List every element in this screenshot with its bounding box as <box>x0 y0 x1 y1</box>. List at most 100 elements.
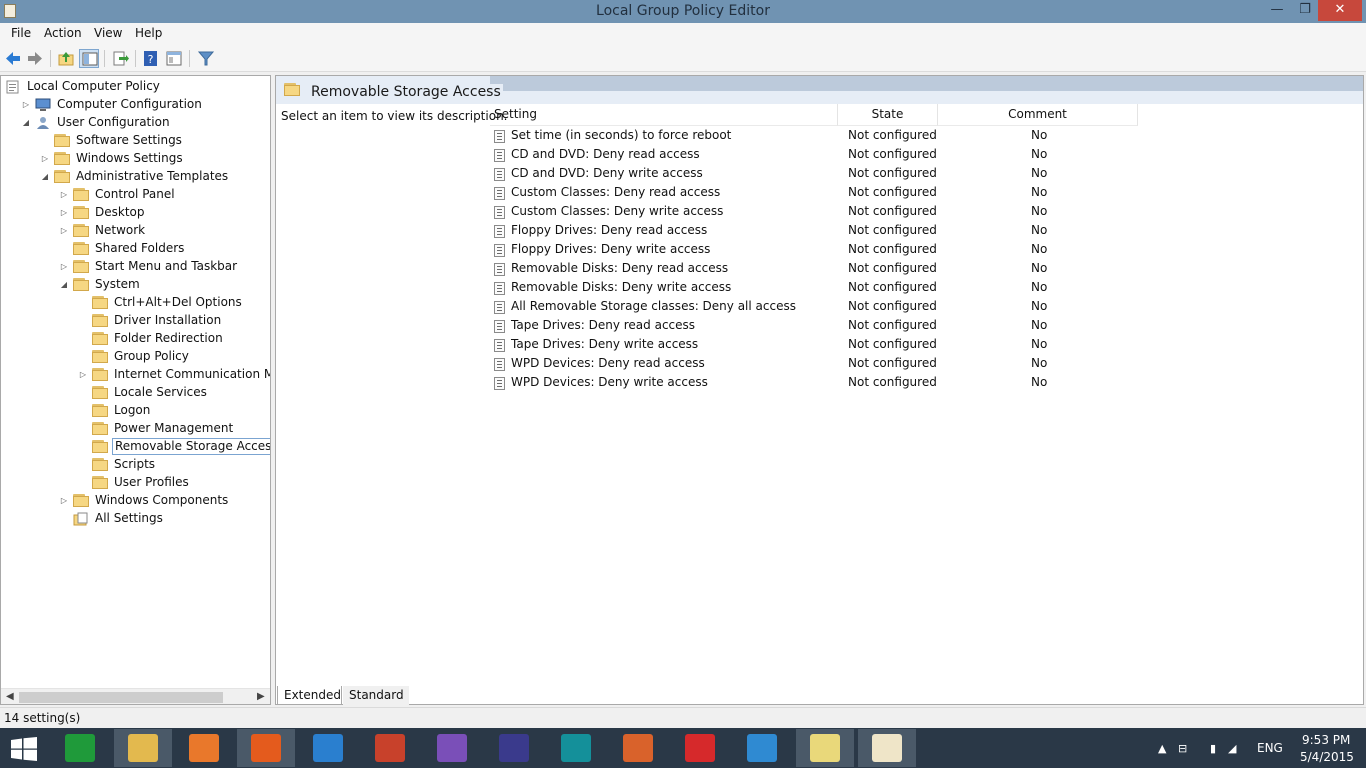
setting-row[interactable]: CD and DVD: Deny write access Not configu… <box>490 165 1350 184</box>
tree-item[interactable]: ▷ Internet Communication Manag <box>1 366 270 384</box>
forward-icon[interactable] <box>25 49 45 68</box>
foxit-app[interactable] <box>671 729 729 767</box>
maximize-button[interactable]: ❐ <box>1290 0 1320 21</box>
close-button[interactable]: ✕ <box>1318 0 1362 21</box>
tree-item[interactable]: Group Policy <box>1 348 269 366</box>
tab-extended[interactable]: Extended <box>277 686 342 705</box>
expand-toggle-icon[interactable]: ▷ <box>40 153 50 165</box>
wifi-signal-icon[interactable]: ◢ <box>1228 742 1236 755</box>
menu-view[interactable]: View <box>94 26 122 40</box>
tree-item[interactable]: Locale Services <box>1 384 269 402</box>
file-explorer-app[interactable] <box>114 729 172 767</box>
tree-item[interactable]: ▷ Control Panel <box>1 186 269 204</box>
tree-item[interactable]: User Profiles <box>1 474 269 492</box>
tree-item[interactable]: All Settings <box>1 510 269 528</box>
back-icon[interactable] <box>3 49 23 68</box>
menu-help[interactable]: Help <box>135 26 162 40</box>
tree-item[interactable]: ◢ User Configuration <box>1 114 269 132</box>
tree-item[interactable]: Folder Redirection <box>1 330 269 348</box>
expand-toggle-icon[interactable]: ▷ <box>59 225 69 237</box>
tree-item[interactable]: Local Computer Policy <box>1 78 269 96</box>
scroll-left-arrow-icon[interactable]: ◀ <box>6 691 14 702</box>
tree-item[interactable]: ▷ Computer Configuration <box>1 96 269 114</box>
setting-row[interactable]: CD and DVD: Deny read access Not configur… <box>490 146 1350 165</box>
eclipse-app[interactable] <box>485 729 543 767</box>
expand-toggle-icon[interactable]: ▷ <box>78 369 88 381</box>
tree-item[interactable]: Scripts <box>1 456 269 474</box>
sticky-notes-app[interactable] <box>796 729 854 767</box>
tree-item[interactable]: Driver Installation <box>1 312 269 330</box>
tree-item[interactable]: Removable Storage Access <box>1 438 270 456</box>
expand-toggle-icon[interactable]: ◢ <box>21 117 31 129</box>
menu-action[interactable]: Action <box>44 26 82 40</box>
column-header-setting[interactable]: Setting <box>490 104 838 126</box>
setting-row[interactable]: Removable Disks: Deny read access Not con… <box>490 260 1350 279</box>
clock-date[interactable]: 5/4/2015 <box>1300 750 1354 764</box>
help-icon[interactable]: ? <box>141 49 161 68</box>
tree-item[interactable]: ▷ Desktop <box>1 204 269 222</box>
store-app[interactable] <box>51 729 109 767</box>
tree-item[interactable]: Ctrl+Alt+Del Options <box>1 294 269 312</box>
minimize-button[interactable]: — <box>1262 0 1292 21</box>
tree-item[interactable]: ▷ Windows Components <box>1 492 269 510</box>
expand-toggle-icon[interactable]: ▷ <box>59 261 69 273</box>
group-policy-app[interactable] <box>858 729 916 767</box>
scroll-right-arrow-icon[interactable]: ▶ <box>257 691 265 702</box>
setting-row[interactable]: All Removable Storage classes: Deny all … <box>490 298 1350 317</box>
setting-row[interactable]: Tape Drives: Deny read access Not configu… <box>490 317 1350 336</box>
tree-item[interactable]: ▷ Network <box>1 222 269 240</box>
tree-item[interactable]: Shared Folders <box>1 240 269 258</box>
up-folder-icon[interactable] <box>56 49 76 68</box>
start-button[interactable] <box>10 737 38 761</box>
setting-row[interactable]: Custom Classes: Deny read access Not conf… <box>490 184 1350 203</box>
vmware-app[interactable] <box>733 729 791 767</box>
show-hide-tree-icon[interactable] <box>79 49 99 68</box>
tree-item[interactable]: Power Management <box>1 420 269 438</box>
scroll-thumb[interactable] <box>19 692 223 703</box>
office-app[interactable] <box>361 729 419 767</box>
tree-item[interactable]: ▷ Windows Settings <box>1 150 269 168</box>
network-icon[interactable]: ⊟ <box>1178 742 1187 755</box>
expand-toggle-icon[interactable]: ▷ <box>59 495 69 507</box>
expand-toggle-icon[interactable]: ◢ <box>40 171 50 183</box>
firefox-app[interactable] <box>237 729 295 767</box>
arduino-app[interactable] <box>547 729 605 767</box>
tree-item[interactable]: ◢ System <box>1 276 269 294</box>
setting-row[interactable]: Floppy Drives: Deny read access Not confi… <box>490 222 1350 241</box>
visual-studio-app[interactable] <box>423 729 481 767</box>
tree-item[interactable]: ◢ Administrative Templates <box>1 168 269 186</box>
matlab-app[interactable] <box>609 729 667 767</box>
filter-icon[interactable] <box>196 49 216 68</box>
setting-row[interactable]: Removable Disks: Deny write access Not co… <box>490 279 1350 298</box>
tree-horizontal-scrollbar[interactable]: ◀ ▶ <box>1 688 270 704</box>
media-player-app[interactable] <box>175 729 233 767</box>
expand-toggle-icon[interactable]: ▷ <box>21 99 31 111</box>
setting-state: Not configured <box>848 337 937 351</box>
clock-time[interactable]: 9:53 PM <box>1302 733 1350 747</box>
tree-item[interactable]: ▷ Start Menu and Taskbar <box>1 258 269 276</box>
setting-row[interactable]: Set time (in seconds) to force reboot Not… <box>490 127 1350 146</box>
column-header-state[interactable]: State <box>838 104 938 126</box>
setting-row[interactable]: Tape Drives: Deny write access Not config… <box>490 336 1350 355</box>
typing-app[interactable] <box>299 729 357 767</box>
export-list-icon[interactable] <box>110 49 130 68</box>
setting-row[interactable]: WPD Devices: Deny read access Not configu… <box>490 355 1350 374</box>
language-indicator[interactable]: ENG <box>1257 741 1283 755</box>
battery-icon[interactable]: ▮ <box>1210 742 1216 755</box>
tree-item[interactable]: Software Settings <box>1 132 269 150</box>
tab-standard[interactable]: Standard <box>343 686 409 705</box>
expand-toggle-icon[interactable]: ◢ <box>59 279 69 291</box>
expand-toggle-icon[interactable]: ▷ <box>59 189 69 201</box>
setting-row[interactable]: WPD Devices: Deny write access Not config… <box>490 374 1350 393</box>
tree-item[interactable]: Logon <box>1 402 269 420</box>
setting-row[interactable]: Floppy Drives: Deny write access Not conf… <box>490 241 1350 260</box>
show-hidden-icons-icon[interactable]: ▲ <box>1158 742 1166 755</box>
setting-row[interactable]: Custom Classes: Deny write access Not con… <box>490 203 1350 222</box>
expand-toggle-icon[interactable]: ▷ <box>59 207 69 219</box>
column-header-comment[interactable]: Comment <box>938 104 1138 126</box>
properties-icon[interactable] <box>164 49 184 68</box>
menu-file[interactable]: File <box>11 26 31 40</box>
setting-state: Not configured <box>848 375 937 389</box>
tree-item-label: Network <box>95 223 146 237</box>
